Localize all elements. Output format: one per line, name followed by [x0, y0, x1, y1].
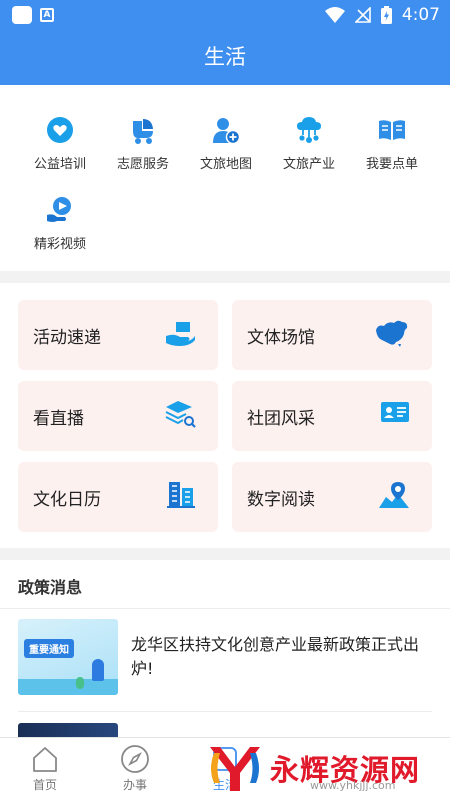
tile-label: 文体场馆 [247, 328, 315, 348]
service-item-culture-industry[interactable]: 文旅产业 [269, 115, 349, 172]
service-item-public-training[interactable]: 公益培训 [20, 115, 100, 172]
tile-label: 数字阅读 [247, 490, 315, 510]
play-hand-icon [47, 197, 71, 222]
heart-hand-icon [47, 117, 73, 143]
divider [0, 608, 450, 609]
service-label: 文旅产业 [282, 157, 335, 172]
service-item-order[interactable]: 我要点单 [352, 115, 432, 172]
status-bar: A 4:07 [0, 0, 450, 30]
open-book-icon [379, 120, 405, 140]
news-item[interactable]: 重要通知 龙华区扶持文化创意产业最新政策正式出炉! [18, 619, 432, 695]
news-title: 龙华区扶持文化创意产业最新政策正式出炉! [131, 635, 420, 678]
id-card-icon [381, 402, 409, 422]
thumbnail-text: 重要通知 [24, 639, 74, 658]
watermark-url: www.yhkjjj.com [310, 779, 396, 792]
tab-label: 首页 [32, 778, 57, 792]
tab-services[interactable]: 办事 [100, 744, 170, 793]
wifi-icon [324, 7, 345, 23]
divider [18, 711, 432, 712]
map-pin-icon [379, 482, 409, 508]
tile-label: 看直播 [33, 409, 84, 429]
service-item-videos[interactable]: 精彩视频 [20, 195, 100, 252]
book-stack-search-icon [165, 401, 196, 428]
text-notification-icon: A [40, 8, 54, 22]
stroller-icon [133, 119, 153, 144]
service-label: 文旅地图 [199, 157, 252, 172]
user-plus-icon [213, 118, 241, 145]
tile-live-stream[interactable]: 看直播 [18, 381, 218, 451]
tile-club-showcase[interactable]: 社团风采 [232, 381, 432, 451]
tile-venues[interactable]: 文体场馆 [232, 300, 432, 370]
tile-label: 文化日历 [33, 490, 101, 510]
compass-icon [121, 745, 149, 773]
tab-home[interactable]: 首页 [10, 744, 80, 793]
policy-news-section: 政策消息 重要通知 龙华区扶持文化创意产业最新政策正式出炉! [0, 560, 450, 743]
china-map-icon [376, 320, 408, 347]
clock: 4:07 [401, 5, 440, 25]
home-icon [33, 747, 57, 772]
watermark: 永辉资源网 www.yhkjjj.com [200, 743, 440, 795]
tile-label: 社团风采 [247, 409, 315, 429]
service-label: 我要点单 [365, 157, 418, 172]
service-label: 公益培训 [33, 157, 86, 172]
service-label: 志愿服务 [116, 157, 169, 172]
page-title: 生活 [0, 30, 450, 85]
news-thumbnail: 重要通知 [18, 619, 118, 695]
service-item-volunteer[interactable]: 志愿服务 [103, 115, 183, 172]
tab-label: 办事 [122, 778, 147, 792]
notification-app-icon [12, 6, 32, 24]
feature-tiles: 活动速递 文体场馆 看直播 社团风采 文化日历 数字阅读 [0, 283, 450, 548]
watermark-logo [210, 747, 260, 791]
cloud-network-icon [297, 117, 321, 143]
tile-culture-calendar[interactable]: 文化日历 [18, 462, 218, 532]
service-label: 精彩视频 [33, 237, 86, 252]
service-grid: 公益培训 志愿服务 文旅地图 文旅产业 我要点单 精彩视频 [0, 85, 450, 271]
buildings-icon [167, 482, 195, 508]
no-signal-icon [354, 7, 371, 23]
service-item-culture-map[interactable]: 文旅地图 [186, 115, 266, 172]
battery-charging-icon [380, 6, 392, 24]
delivery-hand-icon [166, 322, 195, 346]
tile-label: 活动速递 [33, 328, 101, 348]
tile-activity-express[interactable]: 活动速递 [18, 300, 218, 370]
section-title: 政策消息 [18, 578, 83, 597]
tile-digital-reading[interactable]: 数字阅读 [232, 462, 432, 532]
